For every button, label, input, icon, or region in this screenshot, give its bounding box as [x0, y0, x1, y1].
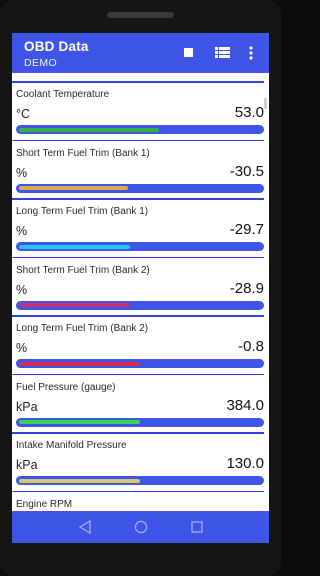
row-divider: [12, 81, 264, 83]
pid-name: Fuel Pressure (gauge): [16, 381, 116, 393]
pid-name: Short Term Fuel Trim (Bank 2): [16, 264, 150, 276]
row-divider: [12, 490, 264, 492]
speaker-grille: [107, 12, 174, 18]
app-bar: OBD Data DEMO: [12, 33, 269, 73]
pid-card[interactable]: Coolant Temperature °C 53.0: [12, 81, 264, 139]
row-divider: [12, 315, 264, 317]
pid-value: 384.0: [226, 396, 264, 414]
pid-name: Short Term Fuel Trim (Bank 1): [16, 147, 150, 159]
row-divider: [12, 139, 264, 141]
pid-unit: °C: [16, 107, 31, 121]
pid-name: Long Term Fuel Trim (Bank 2): [16, 323, 149, 334]
pid-card[interactable]: Intake Manifold Pressure kPa 130.0: [12, 432, 264, 490]
pid-unit: %: [16, 165, 28, 180]
pid-gauge-fill: [19, 186, 128, 190]
pid-value: -0.8: [238, 338, 264, 355]
pid-name: Intake Manifold Pressure: [16, 440, 127, 451]
pid-unit: kPa: [16, 399, 38, 414]
stop-icon[interactable]: [184, 48, 193, 57]
pid-value: 53.0: [234, 104, 264, 121]
pid-name: Engine RPM: [16, 498, 73, 510]
pid-value: -29.7: [229, 221, 264, 238]
pid-unit: %: [16, 341, 28, 355]
pid-card[interactable]: Long Term Fuel Trim (Bank 2)% -0.8: [12, 315, 264, 373]
pid-gauge-fill: [19, 244, 130, 249]
pid-gauge-track: [16, 183, 264, 193]
row-divider: [12, 373, 264, 375]
pid-value: 130.0: [226, 455, 264, 472]
pid-gauge-fill: [19, 303, 130, 307]
pid-list[interactable]: Coolant Temperature °C 53.0 Short Term Fuel…: [12, 81, 269, 511]
pid-unit: %: [16, 224, 28, 238]
pid-gauge-track: [16, 476, 264, 485]
pid-gauge-track: [16, 300, 264, 310]
app-subtitle: DEMO: [24, 57, 58, 69]
pid-card[interactable]: Long Term Fuel Trim (Bank 1)% -29.7: [12, 198, 264, 256]
pid-name: Coolant Temperature: [16, 89, 110, 100]
navigation-bar: [12, 511, 269, 543]
pid-value: -30.5: [229, 162, 264, 180]
pid-gauge-track: [16, 417, 264, 427]
pid-card[interactable]: Short Term Fuel Trim (Bank 1)% -30.5: [12, 139, 264, 198]
pid-gauge-fill: [19, 478, 140, 483]
phone-frame: OBD Data DEMO Coolant Temperature °C 53.0 S…: [0, 0, 281, 576]
pid-card[interactable]: Engine RPM: [12, 490, 264, 512]
pid-unit: %: [16, 282, 28, 297]
row-divider: [12, 256, 264, 258]
pid-name: Long Term Fuel Trim (Bank 1): [16, 206, 149, 217]
pid-value: -28.9: [229, 279, 264, 297]
recents-icon[interactable]: [191, 521, 203, 533]
pid-card[interactable]: Fuel Pressure (gauge) kPa 384.0: [12, 373, 264, 432]
pid-unit: kPa: [16, 458, 38, 472]
more-vert-icon[interactable]: [247, 45, 255, 61]
row-divider: [12, 198, 264, 200]
back-icon[interactable]: [79, 520, 91, 534]
scrollbar[interactable]: [264, 98, 267, 109]
pid-gauge-fill: [19, 420, 140, 424]
app-title: OBD Data: [24, 39, 89, 54]
pid-gauge-track: [16, 359, 264, 368]
row-divider: [12, 432, 264, 434]
pid-gauge-fill: [19, 127, 159, 132]
list-icon[interactable]: [215, 47, 230, 58]
pid-gauge-track: [16, 242, 264, 251]
pid-card[interactable]: Short Term Fuel Trim (Bank 2)% -28.9: [12, 256, 264, 315]
pid-gauge-track: [16, 125, 264, 134]
pid-gauge-fill: [19, 361, 140, 366]
home-icon[interactable]: [134, 520, 148, 534]
screen: OBD Data DEMO Coolant Temperature °C 53.0 S…: [12, 33, 269, 543]
